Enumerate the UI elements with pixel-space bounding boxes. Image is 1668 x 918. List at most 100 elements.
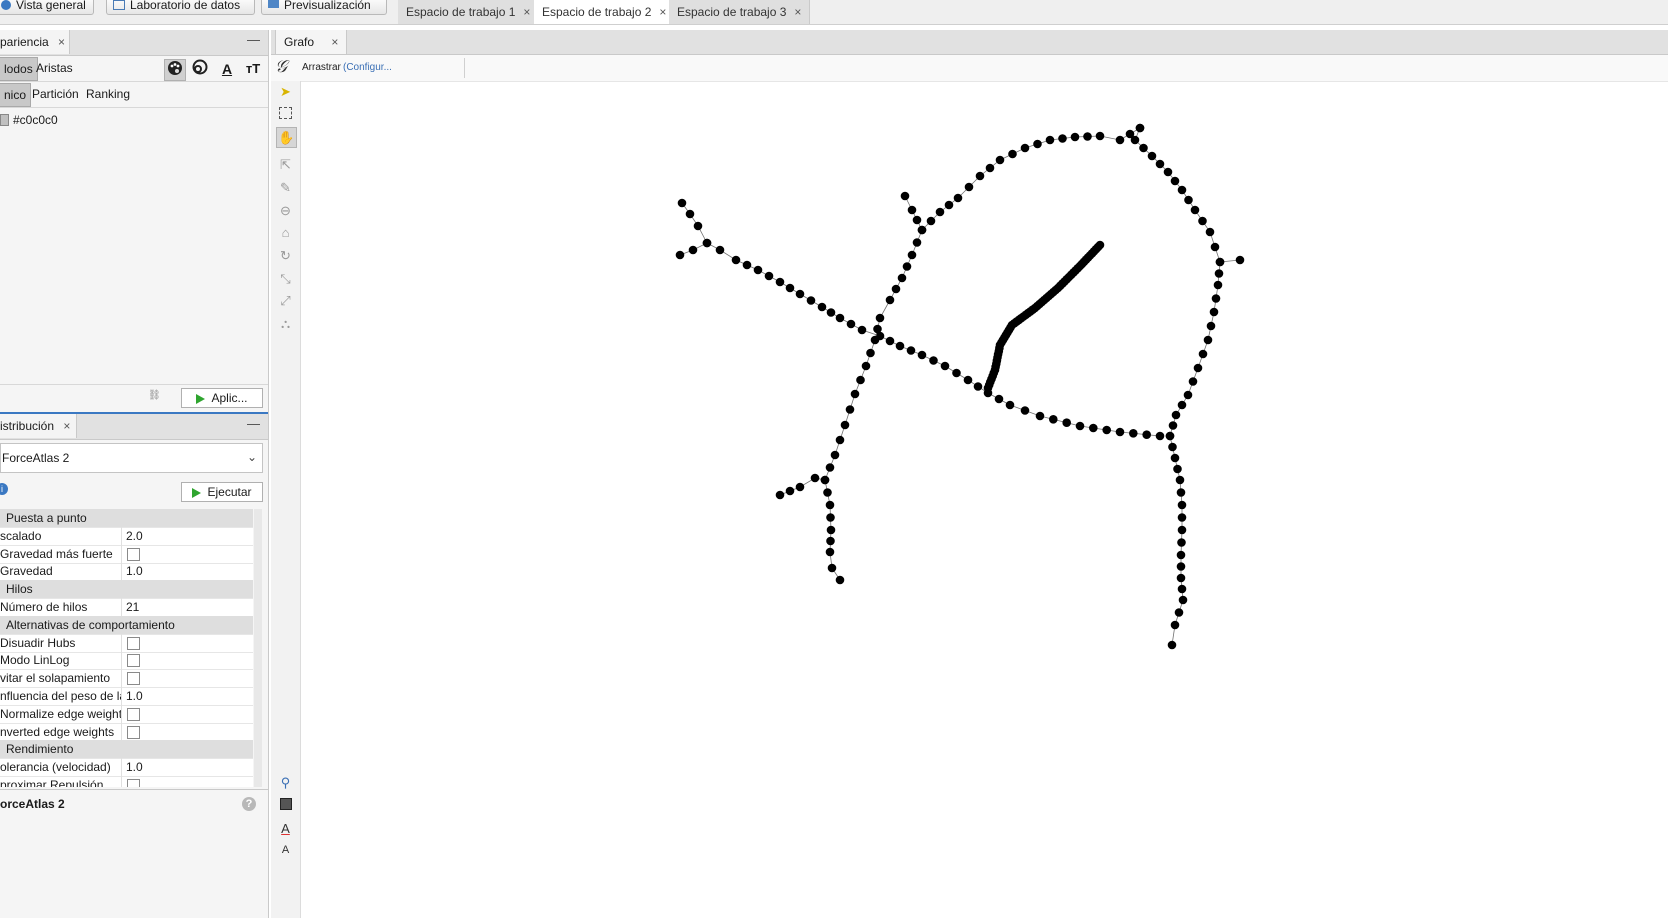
graph-node[interactable] (1176, 573, 1186, 583)
graph-node[interactable] (1168, 442, 1177, 452)
graph-node[interactable] (675, 250, 685, 260)
graph-node[interactable] (861, 361, 871, 371)
graph-node[interactable] (907, 250, 917, 260)
graph-node[interactable] (1165, 431, 1175, 441)
configure-link[interactable]: (Configur... (343, 62, 392, 73)
property-checkbox[interactable] (127, 725, 140, 739)
graph-node[interactable] (1206, 321, 1216, 331)
graph-node[interactable] (1058, 134, 1067, 143)
graph-node[interactable] (742, 260, 752, 270)
background-color-icon[interactable] (276, 796, 295, 815)
tab-unique[interactable]: nico (0, 83, 32, 107)
property-section[interactable]: Hilos (0, 580, 253, 600)
graph-node[interactable] (885, 336, 895, 346)
painter-icon[interactable]: ✎ (276, 178, 295, 197)
color-row[interactable]: #c0c0c0 (0, 110, 268, 130)
property-section[interactable]: Puesta a punto (0, 509, 253, 528)
graph-node[interactable] (1209, 307, 1219, 317)
palette-icon[interactable] (164, 59, 186, 81)
select-arrow-icon[interactable]: ➤ (276, 82, 295, 101)
graph-node[interactable] (1190, 205, 1200, 215)
close-icon[interactable]: × (63, 419, 70, 433)
graph-node[interactable] (895, 341, 905, 351)
graph-node[interactable] (795, 289, 805, 299)
property-checkbox[interactable] (127, 672, 140, 686)
graph-node[interactable] (688, 245, 698, 255)
graph-node[interactable] (785, 283, 795, 293)
graph-node[interactable] (827, 563, 837, 573)
graph-node[interactable] (866, 348, 875, 358)
graph-node[interactable] (1177, 525, 1187, 535)
graph-node[interactable] (775, 277, 785, 287)
graph-node[interactable] (1163, 167, 1173, 177)
graph-node[interactable] (964, 182, 974, 192)
graph-node[interactable] (845, 405, 855, 414)
graph-node[interactable] (826, 525, 836, 535)
graph-node[interactable] (1167, 640, 1177, 650)
graph-node[interactable] (731, 255, 741, 265)
graph-node[interactable] (835, 313, 845, 323)
label-color-icon[interactable]: A (217, 59, 237, 79)
graph-node[interactable] (1174, 608, 1184, 617)
property-value[interactable]: 21 (126, 598, 139, 616)
graph-node[interactable] (1176, 488, 1186, 497)
graph-node[interactable] (1170, 620, 1180, 630)
data-laboratory-button[interactable]: Laboratorio de datos (106, 0, 255, 15)
graph-node[interactable] (850, 389, 860, 399)
algorithm-select[interactable]: ForceAtlas 2 ⌄ (0, 443, 263, 473)
close-icon[interactable]: × (523, 5, 530, 19)
drag-hand-icon[interactable]: ✋ (276, 127, 297, 148)
property-value[interactable]: 2.0 (126, 527, 143, 545)
graph-node[interactable] (835, 435, 845, 445)
graph-node[interactable] (935, 207, 945, 217)
graph-node[interactable] (917, 225, 927, 235)
graph-node[interactable] (1075, 421, 1085, 431)
rectangle-select-icon[interactable] (276, 105, 295, 124)
graph-node[interactable] (817, 302, 827, 312)
tab-workspace-2[interactable]: Espacio de trabajo 2 × (534, 0, 675, 24)
graph-node[interactable] (1176, 550, 1186, 560)
graph-node[interactable] (900, 191, 910, 201)
graph-node[interactable] (825, 500, 835, 510)
graph-node[interactable] (1155, 159, 1165, 169)
graph-node[interactable] (1170, 453, 1180, 463)
graph-node[interactable] (1170, 176, 1180, 186)
graph-node[interactable] (830, 450, 840, 460)
tab-workspace-1[interactable]: Espacio de trabajo 1 × (398, 0, 540, 24)
info-icon[interactable]: i (0, 483, 8, 495)
graph-node[interactable] (1135, 123, 1145, 133)
size-icon[interactable] (190, 59, 210, 79)
graph-node[interactable] (940, 361, 950, 371)
sizer-icon[interactable]: ⊖ (276, 201, 295, 220)
graph-node[interactable] (1183, 390, 1193, 400)
property-checkbox[interactable] (127, 779, 140, 787)
graph-node[interactable] (929, 356, 938, 365)
graph-node[interactable] (995, 155, 1005, 165)
graph-node[interactable] (1130, 135, 1140, 145)
graph-node[interactable] (835, 575, 845, 585)
label-color-icon[interactable]: A (276, 819, 295, 838)
graph-node[interactable] (702, 238, 712, 248)
graph-node[interactable] (1035, 411, 1045, 421)
graph-node[interactable] (810, 473, 820, 483)
graph-node[interactable] (912, 238, 922, 247)
graph-node[interactable] (1168, 421, 1178, 430)
graph-node[interactable] (897, 273, 907, 283)
graph-node[interactable] (953, 193, 963, 203)
graph-node[interactable] (1070, 132, 1080, 142)
graph-node[interactable] (1095, 131, 1105, 141)
graph-node[interactable] (906, 346, 916, 355)
rotate-icon[interactable]: ↻ (276, 246, 295, 265)
edge-pencil-icon[interactable]: ⤡ (276, 269, 295, 288)
run-button[interactable]: Ejecutar (181, 482, 263, 502)
graph-node[interactable] (1033, 139, 1042, 149)
graph-node[interactable] (1177, 185, 1187, 195)
graph-node[interactable] (857, 325, 867, 335)
graph-node[interactable] (764, 271, 774, 281)
link-icon[interactable]: ⛓ (148, 390, 161, 401)
tab-graph[interactable]: Grafo × (275, 30, 348, 54)
graph-node[interactable] (1020, 143, 1030, 153)
graph-node[interactable] (785, 486, 795, 496)
graph-node[interactable] (885, 295, 895, 305)
graph-node[interactable] (1177, 538, 1186, 547)
